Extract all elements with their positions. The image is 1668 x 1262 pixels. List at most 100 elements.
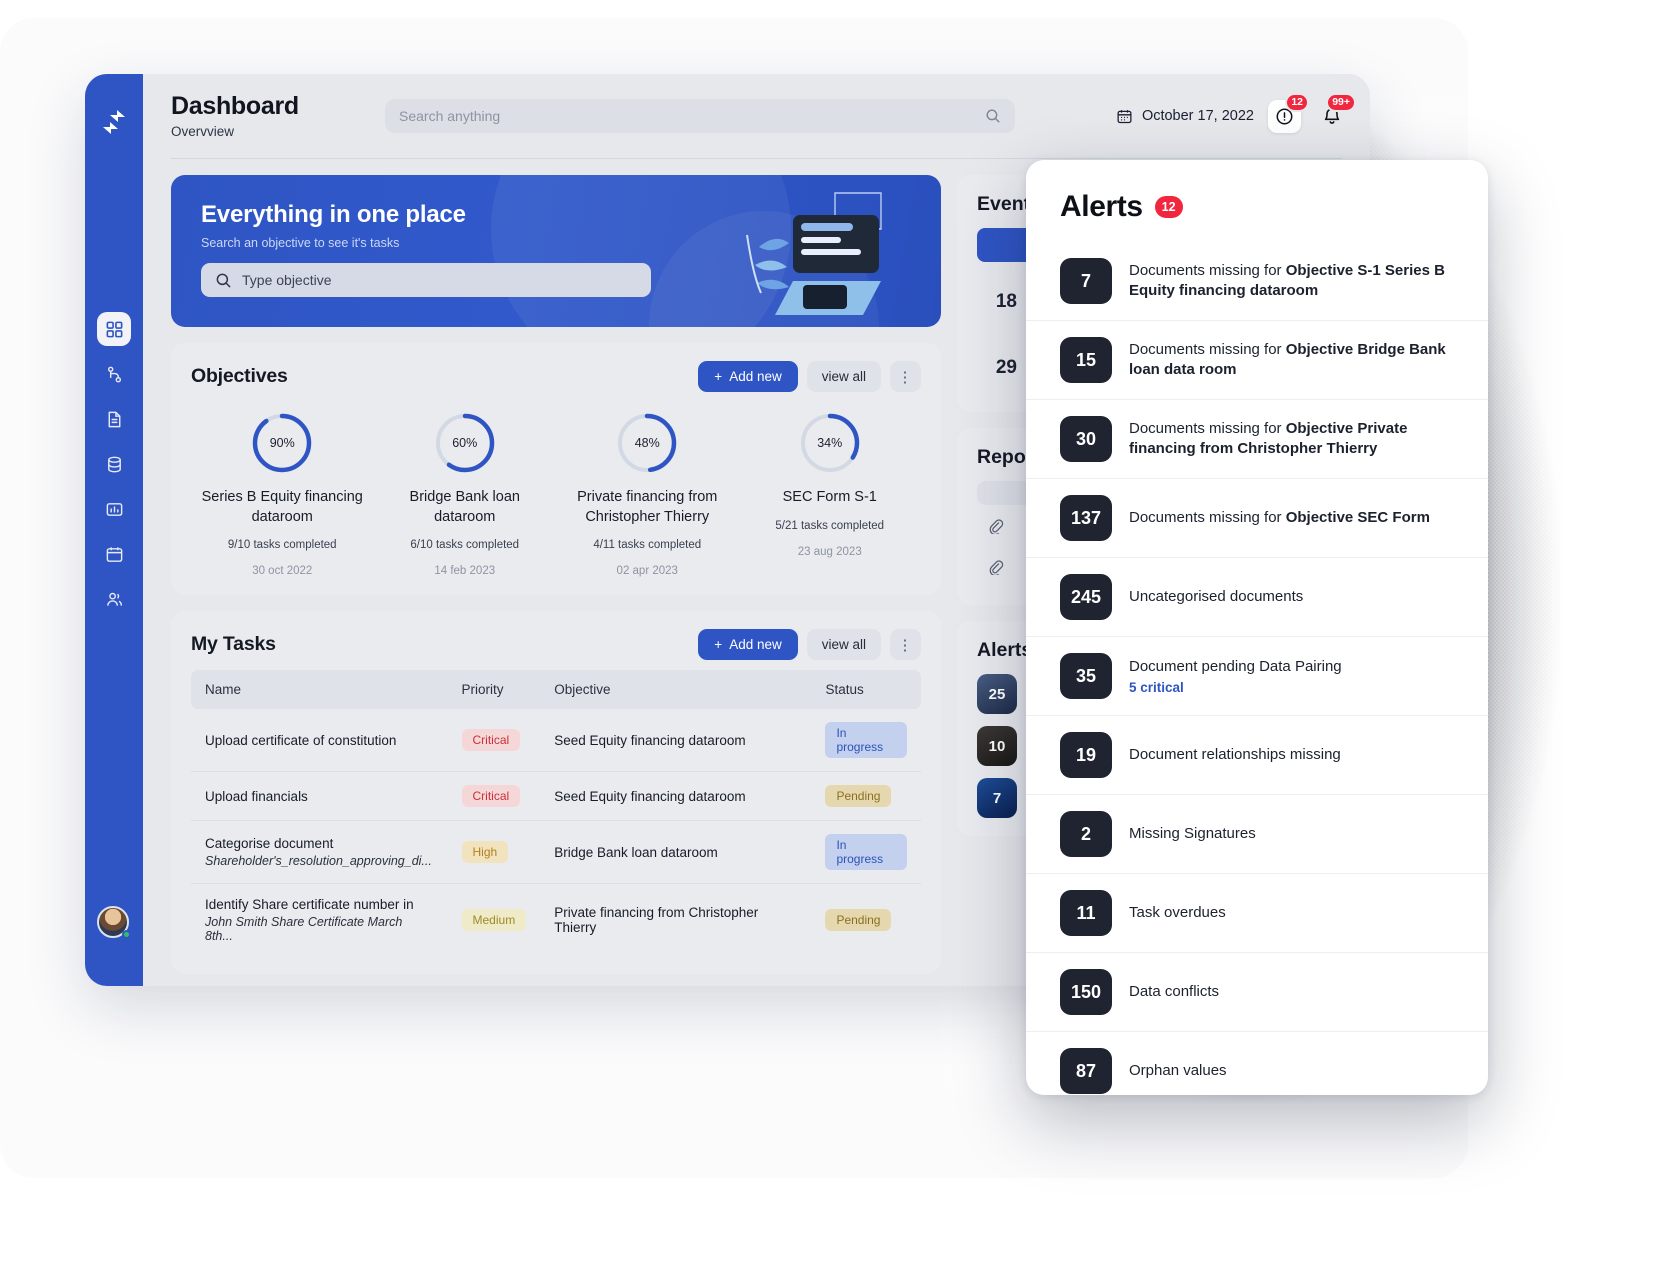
global-search[interactable] xyxy=(385,99,1015,133)
task-objective-cell: Bridge Bank loan dataroom xyxy=(540,820,812,885)
brand-logo-icon[interactable] xyxy=(96,104,132,140)
tasks-more-button[interactable]: ⋮ xyxy=(890,629,921,661)
task-subtitle: John Smith Share Certificate March 8th..… xyxy=(205,915,403,944)
alert-row[interactable]: 11 Task overdues xyxy=(1026,873,1488,952)
objective-percent: 34% xyxy=(817,436,843,450)
alert-body: Documents missing for Objective S-1 Seri… xyxy=(1129,261,1454,302)
task-objective-cell: Private financing from Christopher Thier… xyxy=(554,905,759,936)
alert-count-badge: 11 xyxy=(1060,890,1112,936)
alert-text: Orphan values xyxy=(1129,1061,1227,1079)
tasks-column-header: Objective xyxy=(540,670,812,710)
task-objective-cell: Seed Equity financing dataroom xyxy=(540,771,812,822)
alert-row[interactable]: 2 Missing Signatures xyxy=(1026,794,1488,873)
task-name-cell: Categorise document Shareholder's_resolut… xyxy=(191,820,448,885)
alerts-panel-title: Alerts xyxy=(1060,190,1143,223)
search-icon xyxy=(986,109,1000,123)
objectives-add-new-label: Add new xyxy=(729,369,782,384)
sidebar-item-calendar[interactable] xyxy=(97,537,131,571)
alerts-button[interactable]: 12 xyxy=(1268,92,1309,133)
task-priority-cell: Critical xyxy=(447,771,541,822)
objectives-card: Objectives + Add new view all ⋮ 90% Serie… xyxy=(171,343,941,596)
table-row[interactable]: Categorise document Shareholder's_resolut… xyxy=(191,820,921,885)
alert-body: Orphan values xyxy=(1129,1061,1227,1081)
task-status-cell: In progress xyxy=(811,820,921,885)
objective-item[interactable]: 48% Private financing from Christopher Th… xyxy=(556,412,739,577)
search-input[interactable] xyxy=(399,108,977,124)
tasks-header: My Tasks + Add new view all ⋮ xyxy=(191,629,921,661)
objective-search[interactable] xyxy=(201,263,651,297)
event-day: 18 xyxy=(995,291,1017,312)
alert-row[interactable]: 137 Documents missing for Objective SEC F… xyxy=(1026,478,1488,557)
alert-text: Missing Signatures xyxy=(1129,824,1256,842)
objective-date: 02 apr 2023 xyxy=(616,565,678,578)
objective-search-input[interactable] xyxy=(242,272,637,288)
alert-count-badge: 19 xyxy=(1060,732,1112,778)
objectives-add-new-button[interactable]: + Add new xyxy=(698,361,798,392)
priority-badge: Medium xyxy=(461,909,527,932)
task-objective-cell: Seed Equity financing dataroom xyxy=(540,709,812,773)
table-row[interactable]: Upload certificate of constitution Critic… xyxy=(191,709,921,773)
alert-row[interactable]: 7 Documents missing for Objective S-1 Ser… xyxy=(1026,242,1488,320)
tasks-add-new-label: Add new xyxy=(729,637,782,653)
objectives-view-all-button[interactable]: view all xyxy=(806,361,881,392)
alert-row[interactable]: 19 Document relationships missing xyxy=(1026,715,1488,794)
table-row[interactable]: Upload financials Critical Seed Equity fin… xyxy=(191,771,921,822)
plus-icon: + xyxy=(714,369,723,384)
task-name-cell: Upload certificate of constitution xyxy=(191,709,448,773)
alert-count-badge: 15 xyxy=(1060,337,1112,383)
sidebar xyxy=(85,74,143,986)
status-badge: Pending xyxy=(825,785,892,808)
objective-name: Bridge Bank loan dataroom xyxy=(409,489,520,525)
sidebar-item-dashboard[interactable] xyxy=(97,312,131,346)
objective-percent: 48% xyxy=(634,436,660,450)
objective-item[interactable]: 60% Bridge Bank loan dataroom 6/10 tasks c… xyxy=(374,412,557,577)
alert-row[interactable]: 35 Document pending Data Pairing 5 critica… xyxy=(1026,636,1488,715)
alert-row[interactable]: 150 Data conflicts xyxy=(1026,952,1488,1031)
alerts-panel-header: Alerts 12 xyxy=(1026,160,1488,242)
alert-body: Task overdues xyxy=(1129,903,1226,923)
status-badge: In progress xyxy=(825,834,907,871)
alerts-panel-list: 7 Documents missing for Objective S-1 Ser… xyxy=(1026,242,1488,1095)
alert-body: Missing Signatures xyxy=(1129,824,1256,844)
alert-row[interactable]: 30 Documents missing for Objective Privat… xyxy=(1026,399,1488,478)
alert-count-badge: 87 xyxy=(1060,1048,1112,1094)
table-row[interactable]: Identify Share certificate number in John… xyxy=(191,884,921,957)
alert-row[interactable]: 87 Orphan values xyxy=(1026,1031,1488,1095)
left-column: Everything in one place Search an object… xyxy=(171,175,941,986)
tasks-column-header: Priority xyxy=(447,670,541,710)
objective-tasks: 9/10 tasks completed xyxy=(227,539,337,552)
page-title-block: Dashboard Overvview xyxy=(171,92,371,139)
objective-date: 30 oct 2022 xyxy=(252,565,313,578)
objectives-more-button[interactable]: ⋮ xyxy=(890,361,921,392)
objective-item[interactable]: 34% SEC Form S-1 5/21 tasks completed 23 au… xyxy=(739,412,922,577)
alert-row[interactable]: 15 Documents missing for Objective Bridge… xyxy=(1026,320,1488,399)
tasks-view-all-button[interactable]: view all xyxy=(806,629,881,661)
notifications-button[interactable]: 99+ xyxy=(1315,92,1356,133)
alert-count-badge: 2 xyxy=(1060,811,1112,857)
tasks-table-body: Upload certificate of constitution Critic… xyxy=(191,709,921,956)
objectives-actions: + Add new view all ⋮ xyxy=(698,361,921,392)
sidebar-item-workflows[interactable] xyxy=(97,357,131,391)
sidebar-item-people[interactable] xyxy=(97,582,131,616)
screenshot-stage: Dashboard Overvview Search anything Octo… xyxy=(0,0,1668,1262)
objective-item[interactable]: 90% Series B Equity financing dataroom 9/1… xyxy=(191,412,374,577)
tasks-add-new-button[interactable]: + Add new xyxy=(698,629,798,661)
alert-count-badge: 30 xyxy=(1060,416,1112,462)
task-priority-cell: High xyxy=(447,820,541,885)
date-text: October 17, 2022 xyxy=(1141,108,1254,124)
paperclip-icon xyxy=(989,560,1004,575)
objective-tasks: 5/21 tasks completed xyxy=(775,519,885,532)
alert-row[interactable]: 245 Uncategorised documents xyxy=(1026,557,1488,636)
sidebar-item-database[interactable] xyxy=(97,447,131,481)
sidebar-item-documents[interactable] xyxy=(97,402,131,436)
alerts-summary-count: 7 xyxy=(977,778,1017,818)
avatar[interactable] xyxy=(97,906,131,940)
hero-banner: Everything in one place Search an object… xyxy=(171,175,941,327)
sidebar-item-reports[interactable] xyxy=(97,492,131,526)
alert-text: Documents missing for Objective SEC Form xyxy=(1129,508,1430,526)
objective-percent: 90% xyxy=(269,436,295,450)
task-status-cell: Pending xyxy=(811,884,921,957)
task-name-cell: Upload financials xyxy=(191,771,448,822)
status-badge: In progress xyxy=(825,722,907,759)
alert-count-badge: 245 xyxy=(1060,574,1112,620)
